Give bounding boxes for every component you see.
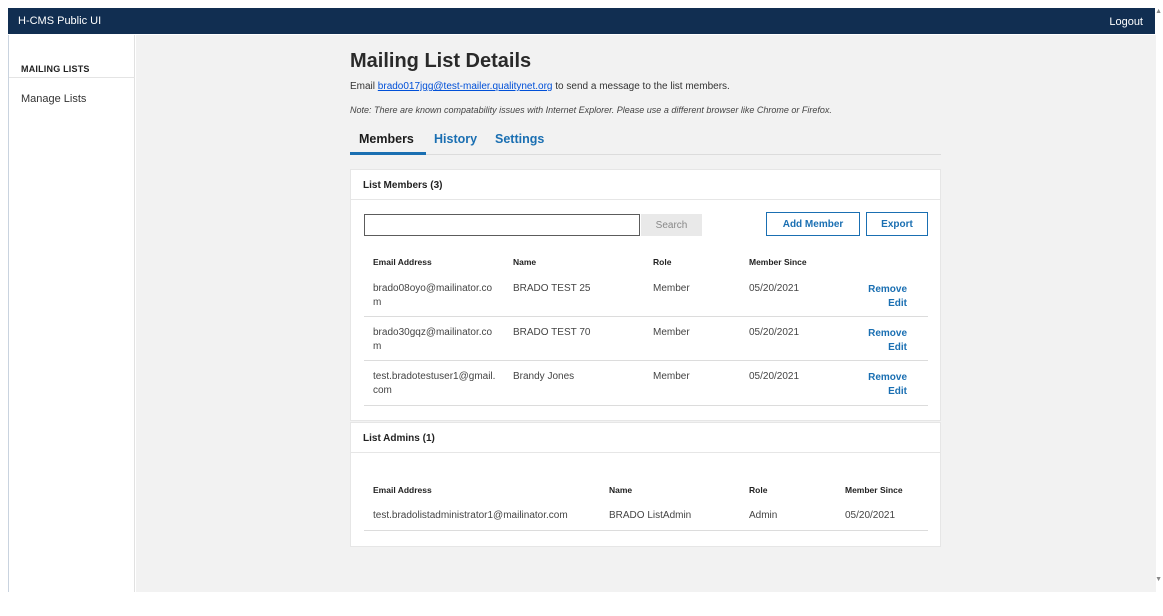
column-header-role: Role	[749, 485, 768, 495]
member-email: test.bradotestuser1@gmail.com	[373, 371, 496, 396]
row-divider	[364, 405, 928, 406]
column-header-member-since: Member Since	[749, 257, 807, 267]
scroll-up-arrow-icon[interactable]: ▲	[1155, 8, 1162, 15]
list-admins-heading: List Admins (1)	[363, 433, 435, 444]
admin-email: test.bradolistadministrator1@mailinator.…	[373, 510, 568, 521]
sidebar-item-manage-lists[interactable]: Manage Lists	[21, 93, 86, 105]
tab-settings[interactable]: Settings	[495, 132, 544, 146]
member-since: 05/20/2021	[749, 371, 800, 382]
row-divider	[364, 530, 928, 531]
main-content: Mailing List Details Email brado017jgg@t…	[136, 35, 1156, 592]
member-email: brado30gqz@mailinator.com	[373, 327, 493, 352]
list-members-panel: List Members (3) Search Add Member Expor…	[350, 169, 941, 421]
tab-bar: Members History Settings	[350, 131, 941, 155]
row-divider	[364, 360, 928, 361]
member-role: Member	[653, 283, 690, 294]
tab-history[interactable]: History	[434, 132, 477, 146]
tab-members[interactable]: Members	[359, 132, 414, 146]
column-header-name: Name	[513, 257, 537, 267]
panel-header: List Admins (1)	[351, 423, 940, 453]
sidebar-heading: MAILING LISTS	[21, 64, 90, 74]
app-title: H-CMS Public UI	[18, 15, 102, 27]
row-divider	[364, 316, 928, 317]
admin-since: 05/20/2021	[845, 510, 896, 521]
remove-member-link[interactable]: Remove	[821, 328, 907, 339]
export-button[interactable]: Export	[866, 212, 928, 236]
column-header-email: Email Address	[373, 485, 432, 495]
active-tab-indicator	[350, 152, 426, 155]
app-shell: MAILING LISTS Manage Lists Mailing List …	[8, 35, 1156, 592]
edit-member-link[interactable]: Edit	[821, 298, 907, 309]
intro-prefix: Email	[350, 81, 378, 92]
admin-role: Admin	[749, 510, 778, 521]
scroll-down-arrow-icon[interactable]: ▼	[1155, 576, 1162, 583]
column-header-name: Name	[609, 485, 633, 495]
member-since: 05/20/2021	[749, 283, 800, 294]
member-since: 05/20/2021	[749, 327, 800, 338]
admin-name: BRADO ListAdmin	[609, 510, 692, 521]
panel-header: List Members (3)	[351, 170, 940, 200]
member-role: Member	[653, 327, 690, 338]
logout-link[interactable]: Logout	[1109, 16, 1143, 28]
top-app-bar: H-CMS Public UI Logout	[8, 8, 1155, 34]
sidebar: MAILING LISTS Manage Lists	[9, 35, 135, 592]
member-email: brado08oyo@mailinator.com	[373, 283, 493, 308]
browser-compatibility-note: Note: There are known compatability issu…	[350, 105, 832, 115]
edit-member-link[interactable]: Edit	[821, 386, 907, 397]
intro-suffix: to send a message to the list members.	[552, 81, 730, 92]
member-name: BRADO TEST 70	[513, 327, 591, 338]
search-button[interactable]: Search	[641, 214, 702, 236]
column-header-member-since: Member Since	[845, 485, 903, 495]
list-email-link[interactable]: brado017jgg@test-mailer.qualitynet.org	[378, 81, 553, 92]
member-role: Member	[653, 371, 690, 382]
column-header-role: Role	[653, 257, 672, 267]
sidebar-divider	[9, 77, 135, 78]
remove-member-link[interactable]: Remove	[821, 372, 907, 383]
column-header-email: Email Address	[373, 257, 432, 267]
list-members-heading: List Members (3)	[363, 180, 443, 191]
member-name: Brandy Jones	[513, 371, 575, 382]
remove-member-link[interactable]: Remove	[821, 284, 907, 295]
list-admins-panel: List Admins (1) Email Address Name Role …	[350, 422, 941, 547]
page-title: Mailing List Details	[350, 50, 532, 72]
list-email-instructions: Email brado017jgg@test-mailer.qualitynet…	[350, 81, 730, 92]
edit-member-link[interactable]: Edit	[821, 342, 907, 353]
member-search-input[interactable]	[364, 214, 640, 236]
member-name: BRADO TEST 25	[513, 283, 591, 294]
add-member-button[interactable]: Add Member	[766, 212, 860, 236]
